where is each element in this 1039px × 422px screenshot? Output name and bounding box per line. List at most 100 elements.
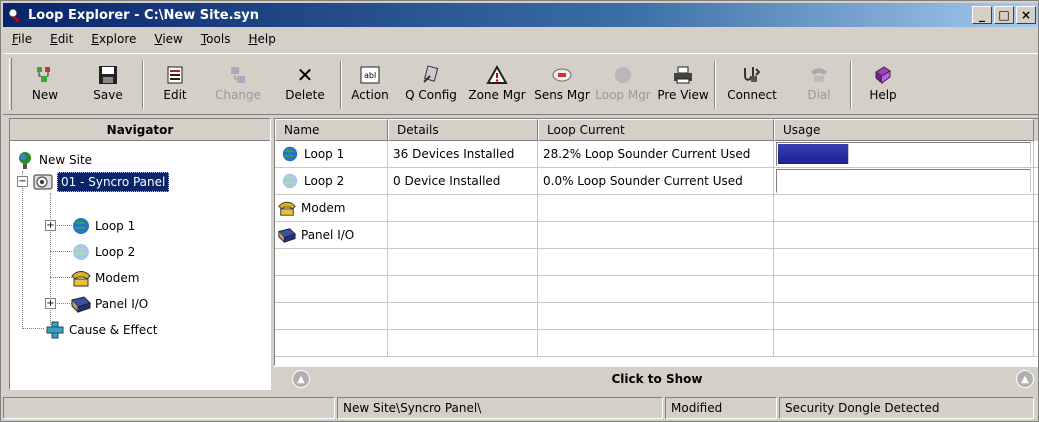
cell-loop-current xyxy=(538,222,774,248)
change-button[interactable]: Change xyxy=(206,54,270,114)
cause-effect-icon xyxy=(44,320,66,340)
table-row[interactable]: Modem xyxy=(275,195,1038,222)
zone-mgr-button[interactable]: Zone Mgr xyxy=(464,54,530,114)
help-button[interactable]: Help xyxy=(852,54,914,114)
dial-button[interactable]: Dial xyxy=(788,54,850,114)
column-header-details[interactable]: Details xyxy=(388,119,538,141)
printer-icon xyxy=(672,62,694,88)
tree-line xyxy=(22,181,23,329)
panel-io-icon xyxy=(70,294,92,314)
cell-usage xyxy=(774,141,1034,167)
empty-row xyxy=(275,249,1038,276)
navigator-title: Navigator xyxy=(10,119,270,141)
help-book-icon xyxy=(872,62,894,88)
loop-globe-icon xyxy=(280,145,300,163)
connect-button[interactable]: Connect xyxy=(716,54,788,114)
status-bar: New Site\Syncro Panel\ Modified Security… xyxy=(3,397,1038,419)
empty-row xyxy=(275,276,1038,303)
app-logo-icon xyxy=(6,6,24,24)
edit-button[interactable]: Edit xyxy=(144,54,206,114)
navigator-tree: New Site − 01 - Syncro Panel + Loop 1 Lo… xyxy=(10,141,270,390)
click-to-show-label: Click to Show xyxy=(611,371,703,386)
column-header-loop-current[interactable]: Loop Current xyxy=(538,119,774,141)
table-row[interactable]: Loop 1 36 Devices Installed 28.2% Loop S… xyxy=(275,141,1038,168)
cell-name: Modem xyxy=(275,195,388,221)
toolbar-grip[interactable] xyxy=(9,58,12,110)
action-button[interactable]: abl Action xyxy=(342,54,398,114)
column-header-name[interactable]: Name xyxy=(275,119,388,141)
arrow-up-icon[interactable]: ▲ xyxy=(292,370,310,388)
app-window: Loop Explorer - C:\New Site.syn _ □ × Fi… xyxy=(0,0,1039,422)
menu-file[interactable]: File xyxy=(3,32,41,46)
cell-loop-current xyxy=(538,195,774,221)
new-site-icon xyxy=(33,62,57,88)
floppy-disk-icon xyxy=(97,62,119,88)
expand-toggle[interactable]: + xyxy=(45,220,56,231)
modem-icon xyxy=(277,199,297,217)
sensor-icon xyxy=(551,62,573,88)
status-pane-modified: Modified xyxy=(665,397,777,419)
click-to-show-bar[interactable]: ▲ Click to Show ▲ xyxy=(274,366,1038,390)
maximize-button[interactable]: □ xyxy=(994,6,1014,24)
tree-node-loop-2[interactable]: Loop 2 xyxy=(70,241,135,263)
zone-warning-icon xyxy=(486,62,508,88)
empty-row xyxy=(275,303,1038,330)
window-title: Loop Explorer - C:\New Site.syn xyxy=(28,7,259,23)
cell-details xyxy=(388,222,538,248)
cell-loop-current: 0.0% Loop Sounder Current Used xyxy=(538,168,774,194)
table-row[interactable]: Panel I/O xyxy=(275,222,1038,249)
usage-bar xyxy=(776,169,1031,193)
collapse-toggle[interactable]: − xyxy=(17,176,28,187)
pre-view-button[interactable]: Pre View xyxy=(652,54,714,114)
menu-bar: File Edit Explore View Tools Help xyxy=(3,28,285,50)
tree-node-loop-1[interactable]: Loop 1 xyxy=(70,215,135,237)
status-pane-1 xyxy=(3,397,335,419)
cell-loop-current: 28.2% Loop Sounder Current Used xyxy=(538,141,774,167)
loop-globe-faded-icon xyxy=(70,242,92,262)
toolbar: New Save Edit Change ✕ Delete abl Action… xyxy=(3,53,1038,115)
menu-help[interactable]: Help xyxy=(239,32,284,46)
dial-icon xyxy=(808,62,830,88)
q-config-button[interactable]: Q Config xyxy=(398,54,464,114)
table-row[interactable]: Loop 2 0 Device Installed 0.0% Loop Soun… xyxy=(275,168,1038,195)
cell-name: Loop 2 xyxy=(275,168,388,194)
delete-x-icon: ✕ xyxy=(296,63,314,87)
close-button[interactable]: × xyxy=(1016,6,1036,24)
tree-line xyxy=(50,277,72,278)
column-header-usage[interactable]: Usage xyxy=(774,119,1034,141)
cell-usage xyxy=(774,168,1034,194)
edit-form-icon xyxy=(165,62,185,88)
arrow-up-icon[interactable]: ▲ xyxy=(1016,370,1034,388)
new-button[interactable]: New xyxy=(16,54,74,114)
cell-name: Loop 1 xyxy=(275,141,388,167)
loop-globe-faded-icon xyxy=(280,172,300,190)
delete-button[interactable]: ✕ Delete xyxy=(270,54,340,114)
modem-icon xyxy=(70,268,92,288)
minimize-button[interactable]: _ xyxy=(972,6,992,24)
menu-explore[interactable]: Explore xyxy=(82,32,145,46)
usage-bar-fill xyxy=(778,144,850,164)
loop-mgr-button[interactable]: Loop Mgr xyxy=(594,54,652,114)
menu-tools[interactable]: Tools xyxy=(192,32,240,46)
tree-line xyxy=(22,328,44,329)
tree-node-syncro-panel[interactable]: 01 - Syncro Panel xyxy=(32,171,170,193)
tree-node-cause-effect[interactable]: Cause & Effect xyxy=(44,319,158,341)
title-bar[interactable]: Loop Explorer - C:\New Site.syn _ □ × xyxy=(3,3,1038,27)
grid-header: Name Details Loop Current Usage xyxy=(275,119,1038,141)
status-pane-path: New Site\Syncro Panel\ xyxy=(337,397,663,419)
menu-edit[interactable]: Edit xyxy=(41,32,82,46)
usage-bar xyxy=(776,142,1031,166)
cell-usage xyxy=(774,195,1034,221)
tree-node-modem[interactable]: Modem xyxy=(70,267,139,289)
action-textbox-icon: abl xyxy=(360,62,380,88)
cell-details: 36 Devices Installed xyxy=(388,141,538,167)
expand-toggle[interactable]: + xyxy=(45,298,56,309)
tree-line xyxy=(50,251,72,252)
sens-mgr-button[interactable]: Sens Mgr xyxy=(530,54,594,114)
tree-node-new-site[interactable]: New Site xyxy=(14,149,92,171)
details-grid: Name Details Loop Current Usage Loop 1 3… xyxy=(274,118,1038,366)
tree-node-panel-io[interactable]: Panel I/O xyxy=(70,293,148,315)
cell-details: 0 Device Installed xyxy=(388,168,538,194)
save-button[interactable]: Save xyxy=(74,54,142,114)
menu-view[interactable]: View xyxy=(145,32,191,46)
